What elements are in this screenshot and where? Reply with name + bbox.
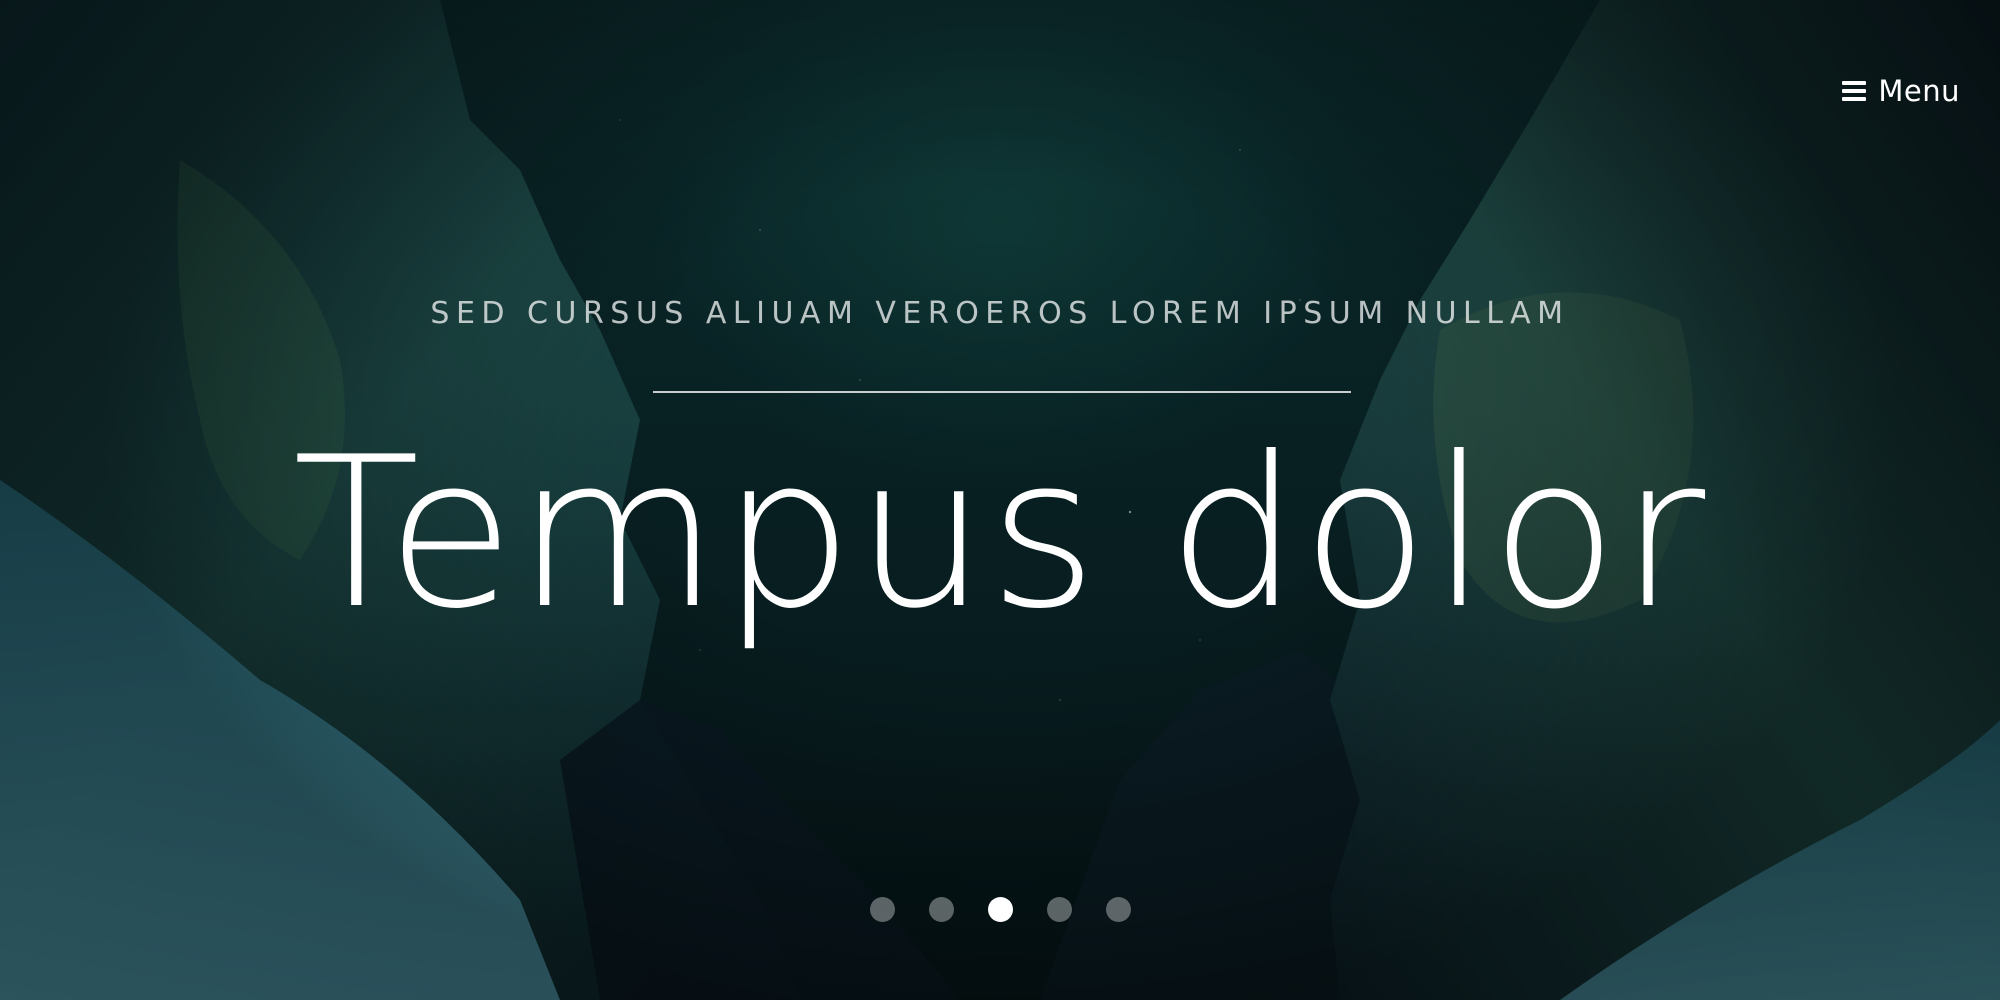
hamburger-icon — [1842, 81, 1867, 101]
menu-button[interactable]: Menu — [1842, 74, 1960, 108]
slide-dot-4[interactable] — [1046, 897, 1072, 922]
slide-pager — [0, 897, 2000, 922]
hero-headline: Tempus dolor — [292, 413, 1708, 655]
slide-dot-5[interactable] — [1105, 897, 1131, 922]
menu-label: Menu — [1878, 74, 1960, 108]
slide-dot-2[interactable] — [928, 897, 954, 922]
slide-dot-3[interactable] — [987, 897, 1013, 922]
hero-tagline: SED CURSUS ALIUAM VEROEROS LOREM IPSUM N… — [430, 296, 1570, 331]
tagline-divider — [653, 391, 1351, 393]
hero-banner: Menu SED CURSUS ALIUAM VEROEROS LOREM IP… — [0, 0, 2000, 1000]
slide-dot-1[interactable] — [869, 897, 895, 922]
